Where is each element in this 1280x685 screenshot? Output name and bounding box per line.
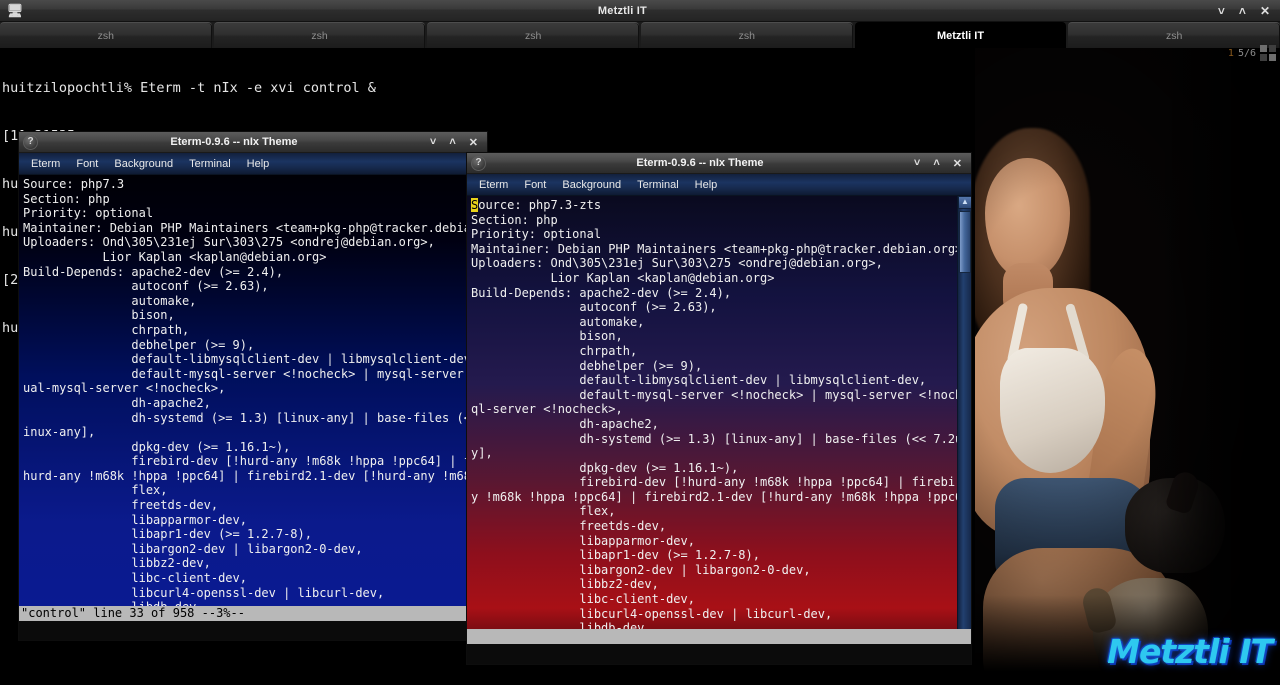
brand-logo: Metztli IT — [1107, 632, 1273, 671]
window-2-status-line — [467, 629, 971, 644]
window-1-terminal-body[interactable]: Source: php7.3 Section: php Priority: op… — [19, 175, 487, 621]
menu-item-eterm[interactable]: Eterm — [31, 158, 60, 170]
tab-zsh-4[interactable]: zsh — [641, 22, 853, 48]
wallpaper-photo — [975, 48, 1280, 685]
scroll-up-icon[interactable]: ▲ — [958, 196, 971, 209]
maximize-icon[interactable]: ˄ — [1239, 5, 1246, 17]
workspace-pager[interactable]: 1 5/6 — [1228, 45, 1276, 61]
pager-desktop-number: 1 — [1227, 47, 1234, 59]
eterm-window-2[interactable]: ? Eterm-0.9.6 -- nIx Theme ˅ ˄ ✕ Eterm F… — [466, 152, 972, 665]
window-2-terminal-body[interactable]: Source: php7.3-zts Section: php Priority… — [467, 196, 971, 644]
tab-zsh-2[interactable]: zsh — [213, 22, 426, 48]
window-1-content: Source: php7.3 Section: php Priority: op… — [23, 177, 487, 621]
menu-item-font[interactable]: Font — [76, 158, 98, 170]
window-1-minimize-icon[interactable]: ˅ — [430, 136, 436, 148]
close-icon[interactable]: ✕ — [1260, 5, 1270, 17]
window-2-title: Eterm-0.9.6 -- nIx Theme — [636, 157, 764, 169]
window-1-text: Source: php7.3 Section: php Priority: op… — [23, 177, 487, 621]
window-1-title: Eterm-0.9.6 -- nIx Theme — [170, 136, 298, 148]
window-2-text-head: ource: php7.3-zts — [478, 198, 602, 212]
menu-item-terminal[interactable]: Terminal — [189, 158, 231, 170]
window-2-menubar: Eterm Font Background Terminal Help — [467, 174, 971, 196]
window-2-scrollbar[interactable]: ▲ ▼ — [957, 196, 971, 644]
help-icon[interactable]: ? — [23, 134, 38, 150]
window-1-status-line: "control" line 33 of 958 --3%-- — [19, 606, 487, 621]
window-manager-title: Metztli IT — [597, 4, 647, 17]
window-2-titlebar[interactable]: ? Eterm-0.9.6 -- nIx Theme ˅ ˄ ✕ — [467, 153, 971, 174]
minimize-icon[interactable]: ˅ — [1218, 5, 1225, 17]
tab-zsh-3[interactable]: zsh — [427, 22, 640, 48]
window-1-close-icon[interactable]: ✕ — [469, 136, 478, 149]
eterm-window-1[interactable]: ? Eterm-0.9.6 -- nIx Theme ˅ ˄ ✕ Eterm F… — [18, 131, 488, 641]
tab-metztli-it[interactable]: Metztli IT — [854, 22, 1067, 48]
menu-item-background[interactable]: Background — [114, 158, 173, 170]
window-2-minimize-icon[interactable]: ˅ — [914, 157, 920, 169]
window-2-maximize-icon[interactable]: ˄ — [933, 157, 939, 169]
menu-item-terminal[interactable]: Terminal — [637, 179, 679, 191]
window-1-titlebar[interactable]: ? Eterm-0.9.6 -- nIx Theme ˅ ˄ ✕ — [19, 132, 487, 153]
menu-item-help[interactable]: Help — [695, 179, 718, 191]
tab-strip: zsh zsh zsh zsh Metztli IT zsh — [0, 22, 1280, 48]
window-manager-titlebar: 🖥 Metztli IT ˅ ˄ ✕ — [0, 0, 1280, 22]
window-1-menubar: Eterm Font Background Terminal Help — [19, 153, 487, 175]
desktop: huitzilopochtli% Eterm -t nIx -e xvi con… — [0, 0, 1280, 685]
window-2-close-icon[interactable]: ✕ — [953, 157, 962, 170]
scrollbar-thumb[interactable] — [959, 211, 971, 273]
window-2-content: Source: php7.3-zts Section: php Priority… — [471, 198, 971, 644]
menu-item-eterm[interactable]: Eterm — [479, 179, 508, 191]
help-icon[interactable]: ? — [471, 155, 486, 171]
menu-item-help[interactable]: Help — [247, 158, 270, 170]
computer-icon: 🖥 — [6, 2, 24, 18]
tab-zsh-1[interactable]: zsh — [0, 22, 212, 48]
window-1-maximize-icon[interactable]: ˄ — [449, 136, 455, 148]
window-2-text: Section: php Priority: optional Maintain… — [471, 212, 971, 644]
menu-item-background[interactable]: Background — [562, 179, 621, 191]
pager-grid-icon[interactable] — [1260, 45, 1276, 61]
pager-page: 5/6 — [1237, 47, 1256, 59]
menu-item-font[interactable]: Font — [524, 179, 546, 191]
